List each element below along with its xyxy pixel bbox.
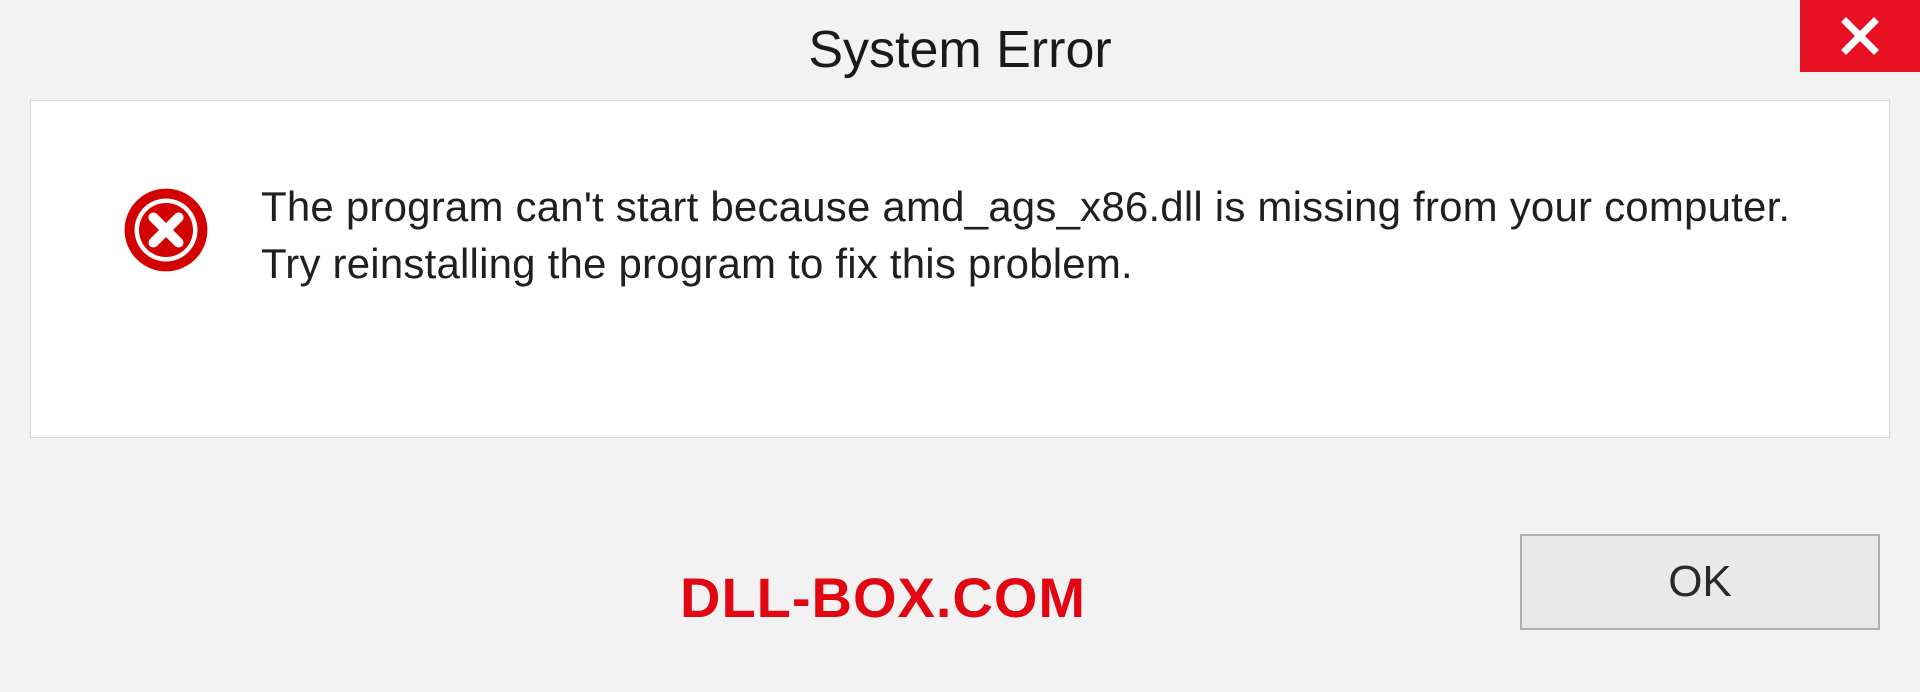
titlebar: System Error (0, 0, 1920, 100)
ok-button[interactable]: OK (1520, 534, 1880, 630)
content-panel: The program can't start because amd_ags_… (30, 100, 1890, 438)
close-icon (1840, 16, 1880, 56)
error-icon (121, 185, 211, 275)
error-message: The program can't start because amd_ags_… (261, 179, 1829, 292)
watermark-text: DLL-BOX.COM (680, 565, 1086, 630)
dialog-title: System Error (808, 20, 1111, 80)
ok-button-label: OK (1668, 557, 1732, 607)
close-button[interactable] (1800, 0, 1920, 72)
footer: DLL-BOX.COM OK (0, 438, 1920, 692)
